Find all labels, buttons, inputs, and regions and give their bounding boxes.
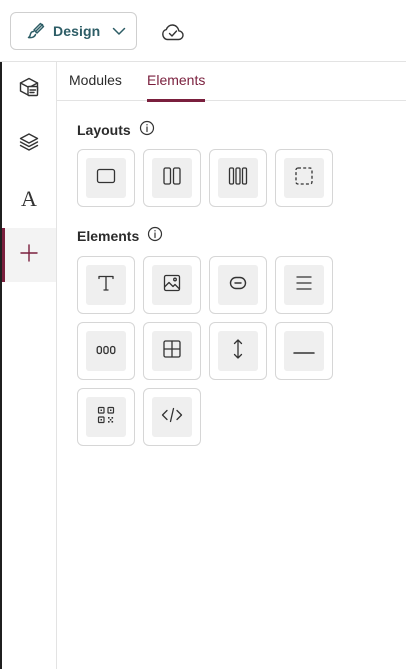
- rail-item-layers[interactable]: [2, 117, 56, 171]
- social-element-tile[interactable]: [77, 322, 135, 380]
- three-column-layout-icon: [228, 166, 248, 191]
- elements-title: Elements: [77, 227, 140, 244]
- one-column-layout-icon: [96, 168, 116, 189]
- code-element-tile[interactable]: [143, 388, 201, 446]
- layouts-section-title: Layouts: [77, 120, 155, 139]
- cloud-check-icon[interactable]: [159, 20, 187, 44]
- text-icon: [96, 273, 116, 298]
- panel-tabs: Modules Elements: [57, 62, 406, 102]
- image-element-tile[interactable]: [143, 256, 201, 314]
- button-icon: [229, 276, 247, 295]
- empty-layout-icon: [294, 166, 314, 191]
- editor-panel: Design A Modules Elements Layouts Elemen…: [0, 0, 406, 669]
- three-column-layout-tile[interactable]: [209, 149, 267, 207]
- design-mode-dropdown[interactable]: Design: [10, 12, 137, 50]
- paragraph-icon: [295, 275, 313, 296]
- empty-layout-tile[interactable]: [275, 149, 333, 207]
- table-icon: [162, 339, 182, 364]
- chevron-down-icon: [112, 26, 126, 36]
- button-element-tile[interactable]: [209, 256, 267, 314]
- rail-item-add[interactable]: [2, 228, 56, 282]
- brush-icon: [27, 22, 45, 40]
- info-icon[interactable]: [147, 226, 163, 245]
- design-mode-label: Design: [53, 23, 101, 39]
- layouts-title: Layouts: [77, 121, 131, 138]
- templates-icon: [18, 76, 40, 103]
- divider-icon: [293, 342, 315, 360]
- plus-icon: [19, 243, 39, 268]
- qr-code-element-tile[interactable]: [77, 388, 135, 446]
- qr-code-icon: [97, 406, 115, 429]
- text-element-tile[interactable]: [77, 256, 135, 314]
- typography-icon: A: [21, 186, 37, 211]
- code-icon: [161, 407, 183, 428]
- paragraph-element-tile[interactable]: [275, 256, 333, 314]
- two-column-layout-tile[interactable]: [143, 149, 201, 207]
- one-column-layout-tile[interactable]: [77, 149, 135, 207]
- top-toolbar: Design: [0, 0, 406, 62]
- divider-element-tile[interactable]: [275, 322, 333, 380]
- info-icon[interactable]: [139, 120, 155, 139]
- rail-item-typography[interactable]: A: [2, 172, 56, 226]
- layers-icon: [18, 131, 40, 158]
- spacer-element-tile[interactable]: [209, 322, 267, 380]
- spacer-icon: [232, 338, 244, 365]
- elements-section-title: Elements: [77, 226, 163, 245]
- side-rail: A: [2, 62, 57, 669]
- image-icon: [163, 274, 181, 297]
- tab-elements[interactable]: Elements: [147, 72, 206, 102]
- social-icon: [96, 342, 116, 360]
- two-column-layout-icon: [162, 166, 182, 191]
- rail-item-templates[interactable]: [2, 62, 56, 116]
- table-element-tile[interactable]: [143, 322, 201, 380]
- tab-modules[interactable]: Modules: [69, 72, 122, 101]
